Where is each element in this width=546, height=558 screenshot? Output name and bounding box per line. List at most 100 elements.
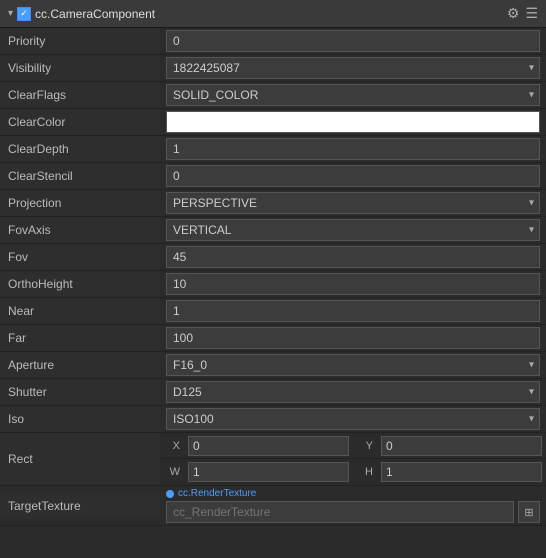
- prop-row-cleardepth: ClearDepth: [0, 136, 546, 163]
- prop-value-iso: ISO100: [160, 406, 546, 432]
- component-body: PriorityVisibility 1822425087 ClearFlags SO…: [0, 28, 546, 526]
- rect-x-input[interactable]: [188, 436, 349, 456]
- prop-value-near: [160, 298, 546, 324]
- prop-value-orthoheight: [160, 271, 546, 297]
- collapse-icon[interactable]: ▾: [8, 8, 13, 19]
- prop-input-near[interactable]: [166, 300, 540, 322]
- prop-row-orthoheight: OrthoHeight: [0, 271, 546, 298]
- rect-wh-row: W H: [160, 459, 546, 485]
- prop-row-priority: Priority: [0, 28, 546, 55]
- component-title: cc.CameraComponent: [35, 7, 155, 21]
- prop-row-visibility: Visibility 1822425087: [0, 55, 546, 82]
- prop-label-projection: Projection: [0, 190, 160, 216]
- prop-value-aperture: F16_0: [160, 352, 546, 378]
- prop-value-clearstencil: [160, 163, 546, 189]
- prop-label-far: Far: [0, 325, 160, 351]
- prop-row-projection: Projection PERSPECTIVE: [0, 190, 546, 217]
- texture-hint-dot: [166, 490, 174, 498]
- target-texture-section: TargetTexture cc.RenderTexture ⊞: [0, 486, 546, 526]
- enable-checkbox[interactable]: ✓: [17, 7, 31, 21]
- prop-row-clearstencil: ClearStencil: [0, 163, 546, 190]
- prop-select-wrapper-clearflags: SOLID_COLOR: [166, 84, 540, 106]
- prop-select-iso[interactable]: ISO100: [166, 408, 540, 430]
- rect-y-pair: Y: [353, 434, 546, 458]
- rect-fields: X Y W H: [160, 433, 546, 485]
- prop-label-fov: Fov: [0, 244, 160, 270]
- rect-y-label: Y: [357, 440, 377, 452]
- prop-label-priority: Priority: [0, 28, 160, 54]
- prop-input-orthoheight[interactable]: [166, 273, 540, 295]
- prop-select-wrapper-shutter: D125: [166, 381, 540, 403]
- prop-label-orthoheight: OrthoHeight: [0, 271, 160, 297]
- prop-select-aperture[interactable]: F16_0: [166, 354, 540, 376]
- prop-select-wrapper-fovaxis: VERTICAL: [166, 219, 540, 241]
- prop-color-clearcolor[interactable]: [166, 111, 540, 133]
- prop-select-wrapper-visibility: 1822425087: [166, 57, 540, 79]
- rect-x-pair: X: [160, 434, 353, 458]
- prop-row-clearcolor: ClearColor: [0, 109, 546, 136]
- prop-value-clearflags: SOLID_COLOR: [160, 82, 546, 108]
- prop-select-shutter[interactable]: D125: [166, 381, 540, 403]
- prop-select-wrapper-projection: PERSPECTIVE: [166, 192, 540, 214]
- prop-value-shutter: D125: [160, 379, 546, 405]
- target-texture-row: TargetTexture cc.RenderTexture ⊞: [0, 486, 546, 525]
- prop-value-visibility: 1822425087: [160, 55, 546, 81]
- prop-row-clearflags: ClearFlags SOLID_COLOR: [0, 82, 546, 109]
- prop-row-near: Near: [0, 298, 546, 325]
- prop-value-fov: [160, 244, 546, 270]
- header-actions: ⚙ ☰: [507, 5, 538, 22]
- prop-label-iso: Iso: [0, 406, 160, 432]
- prop-select-projection[interactable]: PERSPECTIVE: [166, 192, 540, 214]
- prop-label-clearstencil: ClearStencil: [0, 163, 160, 189]
- prop-input-clearstencil[interactable]: [166, 165, 540, 187]
- prop-label-aperture: Aperture: [0, 352, 160, 378]
- rect-h-label: H: [357, 466, 377, 478]
- rect-x-label: X: [164, 440, 184, 452]
- texture-input-row: ⊞: [166, 501, 540, 523]
- prop-value-cleardepth: [160, 136, 546, 162]
- rect-y-input[interactable]: [381, 436, 542, 456]
- prop-input-priority[interactable]: [166, 30, 540, 52]
- prop-input-far[interactable]: [166, 327, 540, 349]
- prop-label-clearcolor: ClearColor: [0, 109, 160, 135]
- prop-input-cleardepth[interactable]: [166, 138, 540, 160]
- prop-label-visibility: Visibility: [0, 55, 160, 81]
- prop-select-wrapper-aperture: F16_0: [166, 354, 540, 376]
- prop-row-aperture: Aperture F16_0: [0, 352, 546, 379]
- prop-label-fovaxis: FovAxis: [0, 217, 160, 243]
- menu-icon[interactable]: ☰: [525, 5, 538, 22]
- prop-label-shutter: Shutter: [0, 379, 160, 405]
- texture-hint-text: cc.RenderTexture: [178, 488, 256, 499]
- settings-icon[interactable]: ⚙: [507, 5, 520, 22]
- rect-xy-row: X Y: [160, 433, 546, 459]
- props-container: PriorityVisibility 1822425087 ClearFlags SO…: [0, 28, 546, 433]
- prop-value-clearcolor: [160, 109, 546, 135]
- prop-row-far: Far: [0, 325, 546, 352]
- prop-select-visibility[interactable]: 1822425087: [166, 57, 540, 79]
- rect-h-input[interactable]: [381, 462, 542, 482]
- prop-value-priority: [160, 28, 546, 54]
- rect-w-pair: W: [160, 460, 353, 484]
- prop-row-iso: Iso ISO100: [0, 406, 546, 433]
- prop-row-fovaxis: FovAxis VERTICAL: [0, 217, 546, 244]
- prop-value-fovaxis: VERTICAL: [160, 217, 546, 243]
- prop-row-fov: Fov: [0, 244, 546, 271]
- prop-value-projection: PERSPECTIVE: [160, 190, 546, 216]
- texture-pick-button[interactable]: ⊞: [518, 501, 540, 523]
- texture-input[interactable]: [166, 501, 514, 523]
- header-left: ▾ ✓ cc.CameraComponent: [8, 7, 155, 21]
- texture-hint: cc.RenderTexture: [166, 488, 540, 499]
- rect-h-pair: H: [353, 460, 546, 484]
- prop-select-fovaxis[interactable]: VERTICAL: [166, 219, 540, 241]
- prop-label-clearflags: ClearFlags: [0, 82, 160, 108]
- prop-input-fov[interactable]: [166, 246, 540, 268]
- prop-select-clearflags[interactable]: SOLID_COLOR: [166, 84, 540, 106]
- rect-w-input[interactable]: [188, 462, 349, 482]
- rect-label: Rect: [0, 433, 160, 485]
- prop-label-near: Near: [0, 298, 160, 324]
- prop-label-cleardepth: ClearDepth: [0, 136, 160, 162]
- component-header: ▾ ✓ cc.CameraComponent ⚙ ☰: [0, 0, 546, 28]
- rect-row: Rect X Y W H: [0, 433, 546, 486]
- target-texture-value: cc.RenderTexture ⊞: [160, 486, 546, 525]
- prop-select-wrapper-iso: ISO100: [166, 408, 540, 430]
